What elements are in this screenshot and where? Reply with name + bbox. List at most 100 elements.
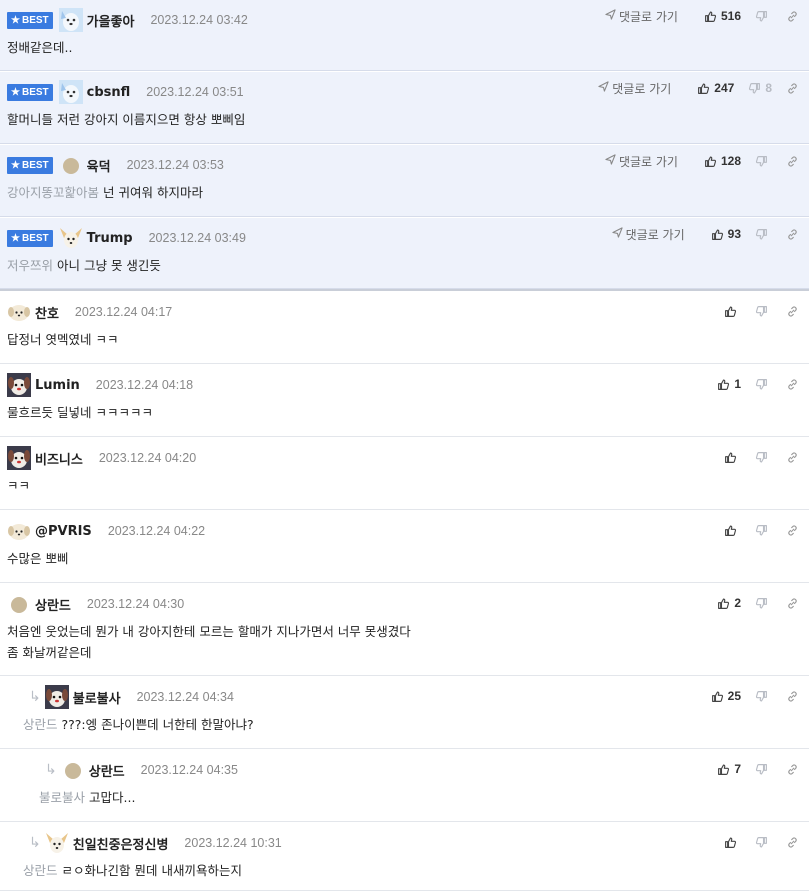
link-icon xyxy=(786,378,799,391)
like-button[interactable]: 25 xyxy=(711,689,741,703)
dog-face-icon[interactable] xyxy=(7,446,31,470)
best-divider xyxy=(0,289,809,291)
dislike-button[interactable] xyxy=(755,690,772,703)
author-nickname[interactable]: 친일친중은정신병 xyxy=(73,834,169,853)
copy-link-button[interactable] xyxy=(786,378,799,391)
like-button[interactable]: 247 xyxy=(697,81,734,95)
chihuahua-icon[interactable] xyxy=(45,831,69,855)
like-button[interactable]: 2 xyxy=(717,596,741,610)
like-button[interactable] xyxy=(724,451,741,464)
like-button[interactable]: 93 xyxy=(711,227,741,241)
comment: 상란드 2023.12.24 04:30 2 처음엔 웃었는데 뭔가 내 강아지한테 … xyxy=(0,584,809,676)
comment-text: 처음엔 웃었는데 뭔가 내 강아지한테 모르는 할매가 지나가면서 너무 못생겼… xyxy=(7,624,411,639)
copy-link-button[interactable] xyxy=(786,305,799,318)
comment-date: 2023.12.24 04:35 xyxy=(140,763,238,777)
link-icon xyxy=(786,524,799,537)
copy-link-button[interactable] xyxy=(786,836,799,849)
comment-date: 2023.12.24 04:30 xyxy=(86,597,185,611)
dislike-button[interactable] xyxy=(755,597,772,610)
copy-link-button[interactable] xyxy=(786,82,799,95)
dislike-button[interactable] xyxy=(755,10,772,23)
dislike-button[interactable]: 8 xyxy=(748,81,772,95)
thumbs-up-icon xyxy=(711,690,724,703)
puppy-icon[interactable] xyxy=(7,519,31,543)
dog-face-icon[interactable] xyxy=(7,373,31,397)
like-button[interactable]: 128 xyxy=(704,154,741,168)
goto-comment-label: 댓글로 가기 xyxy=(618,9,678,24)
puppy-icon[interactable] xyxy=(7,300,31,324)
dislike-button[interactable] xyxy=(755,228,772,241)
thumbs-down-icon xyxy=(755,690,768,703)
dislike-button[interactable] xyxy=(755,451,772,464)
dog-icon[interactable] xyxy=(58,80,83,104)
dog-face-icon[interactable] xyxy=(44,685,69,709)
copy-link-button[interactable] xyxy=(786,10,799,23)
best-badge-label: BEST xyxy=(21,159,49,171)
mention-nickname[interactable]: 강아지똥꼬핥아봄 xyxy=(7,185,99,200)
goto-comment-label: 댓글로 가기 xyxy=(625,227,685,242)
like-button[interactable] xyxy=(724,305,741,318)
author-nickname[interactable]: 가을좋아 xyxy=(87,11,135,30)
thumbs-up-icon xyxy=(724,451,737,464)
comment-date: 2023.12.24 03:42 xyxy=(150,13,248,27)
author-nickname[interactable]: 비즈니스 xyxy=(35,449,83,468)
author-nickname[interactable]: Lumin xyxy=(35,378,80,393)
goto-comment-link[interactable]: 댓글로 가기 xyxy=(598,80,671,97)
copy-link-button[interactable] xyxy=(786,524,799,537)
mention-nickname[interactable]: 저우쯔위 xyxy=(7,258,53,273)
comment-date: 2023.12.24 04:34 xyxy=(136,690,234,704)
dislike-button[interactable] xyxy=(755,305,772,318)
thumbs-down-icon xyxy=(755,155,768,168)
circle-avatar-icon[interactable] xyxy=(7,592,31,616)
copy-link-button[interactable] xyxy=(786,690,799,703)
thumbs-up-icon xyxy=(717,763,730,776)
dislike-button[interactable] xyxy=(755,836,772,849)
copy-link-button[interactable] xyxy=(786,763,799,776)
dislike-button[interactable] xyxy=(755,524,772,537)
comment-date: 2023.12.24 04:17 xyxy=(74,305,173,319)
copy-link-button[interactable] xyxy=(786,228,799,241)
comment-text: 물흐르듯 딜넣네 ㅋㅋㅋㅋㅋ xyxy=(7,405,153,420)
like-button[interactable]: 7 xyxy=(717,762,741,776)
mention-nickname[interactable]: 불로불사 xyxy=(39,790,85,805)
dislike-button[interactable] xyxy=(755,155,772,168)
author-nickname[interactable]: cbsnfl xyxy=(87,85,131,100)
like-button[interactable] xyxy=(724,836,741,849)
author-nickname[interactable]: Trump xyxy=(87,231,133,246)
dislike-button[interactable] xyxy=(755,763,772,776)
thumbs-down-icon xyxy=(755,451,768,464)
comment: 찬호 2023.12.24 04:17 답정너 엿멕였네 ㅋㅋ xyxy=(0,292,809,364)
like-count: 516 xyxy=(720,9,741,23)
copy-link-button[interactable] xyxy=(786,597,799,610)
best-comment: ★ BEST Trump 2023.12.24 03:49 댓글로 가기 93 저우쯔위 아니… xyxy=(0,218,809,289)
best-badge: ★ BEST xyxy=(7,156,53,174)
chihuahua-icon[interactable] xyxy=(59,226,83,250)
comment-date: 2023.12.24 03:51 xyxy=(146,85,244,99)
best-badge: ★ BEST xyxy=(7,83,53,101)
copy-link-button[interactable] xyxy=(786,451,799,464)
mention-nickname[interactable]: 상란드 xyxy=(23,863,58,878)
circle-avatar-icon[interactable] xyxy=(61,758,85,782)
dog-icon[interactable] xyxy=(58,8,83,32)
link-icon xyxy=(786,305,799,318)
goto-comment-link[interactable]: 댓글로 가기 xyxy=(605,8,678,25)
goto-comment-link[interactable]: 댓글로 가기 xyxy=(611,226,685,243)
author-nickname[interactable]: 불로불사 xyxy=(73,688,121,707)
copy-link-button[interactable] xyxy=(786,155,799,168)
author-nickname[interactable]: 상란드 xyxy=(89,761,125,780)
goto-comment-link[interactable]: 댓글로 가기 xyxy=(605,153,678,170)
like-button[interactable]: 516 xyxy=(704,9,741,23)
dislike-button[interactable] xyxy=(755,378,772,391)
link-icon xyxy=(786,690,799,703)
circle-avatar-icon[interactable] xyxy=(59,153,83,177)
reply-comment: ↳ 불로불사 2023.12.24 04:34 25 상란드 ???:엥 존나이쁜데 너한… xyxy=(0,677,809,749)
like-button[interactable] xyxy=(724,524,741,537)
send-icon xyxy=(605,9,616,23)
author-nickname[interactable]: 찬호 xyxy=(35,303,59,322)
like-button[interactable]: 1 xyxy=(717,377,741,391)
author-nickname[interactable]: 육덕 xyxy=(87,156,111,175)
author-nickname[interactable]: 상란드 xyxy=(35,595,71,614)
author-nickname[interactable]: @PVRIS xyxy=(35,524,92,539)
reply-arrow-icon: ↳ xyxy=(45,762,57,778)
mention-nickname[interactable]: 상란드 xyxy=(23,717,58,732)
